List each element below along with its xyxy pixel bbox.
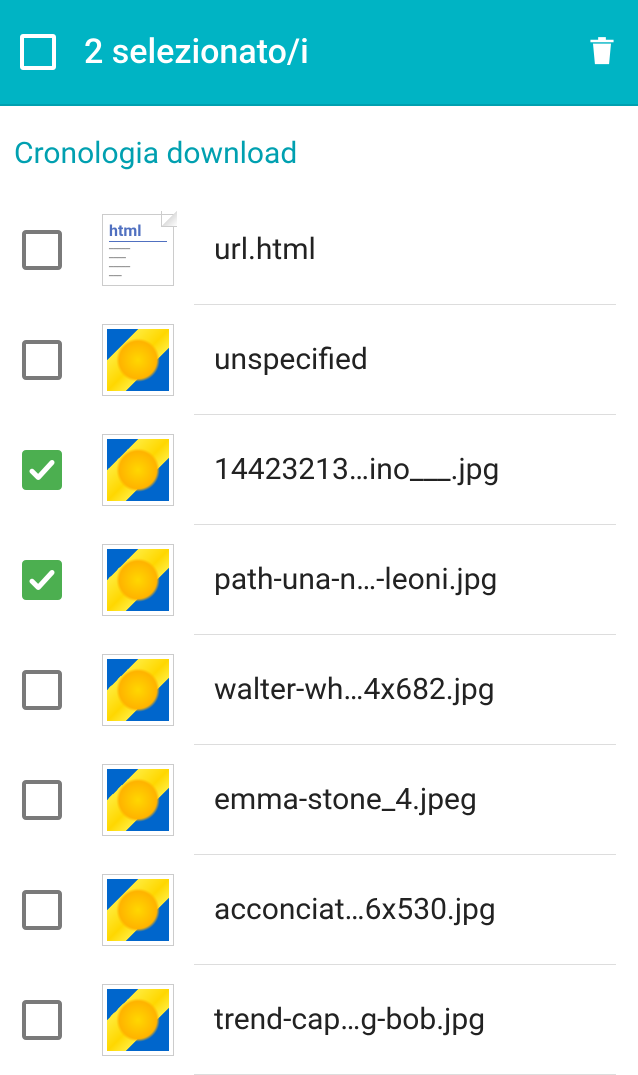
filename-label: 14423213…ino___.jpg xyxy=(214,452,616,487)
filename-cell: url.html xyxy=(194,195,616,305)
filename-label: acconciat…6x530.jpg xyxy=(214,892,616,927)
list-item[interactable]: walter-wh…4x682.jpg xyxy=(0,635,638,745)
section-title: Cronologia download xyxy=(0,106,638,195)
list-item[interactable]: path-una-n…-leoni.jpg xyxy=(0,525,638,635)
filename-label: walter-wh…4x682.jpg xyxy=(214,672,616,707)
filename-label: unspecified xyxy=(214,342,616,377)
image-thumbnail-icon xyxy=(102,544,174,616)
filename-label: path-una-n…-leoni.jpg xyxy=(214,562,616,597)
filename-cell: 14423213…ino___.jpg xyxy=(194,415,616,525)
image-thumbnail-icon xyxy=(102,654,174,726)
filename-cell: acconciat…6x530.jpg xyxy=(194,855,616,965)
filename-cell: path-una-n…-leoni.jpg xyxy=(194,525,616,635)
item-checkbox[interactable] xyxy=(22,890,62,930)
item-checkbox[interactable] xyxy=(22,1000,62,1040)
item-checkbox[interactable] xyxy=(22,340,62,380)
html-file-icon: html━━━━━━━━━━━━━━━━━ xyxy=(102,214,174,286)
filename-label: emma-stone_4.jpeg xyxy=(214,782,616,817)
image-thumbnail-icon xyxy=(102,434,174,506)
item-checkbox[interactable] xyxy=(22,670,62,710)
list-item[interactable]: trend-cap…g-bob.jpg xyxy=(0,965,638,1075)
filename-cell: emma-stone_4.jpeg xyxy=(194,745,616,855)
item-checkbox[interactable] xyxy=(22,560,62,600)
item-checkbox[interactable] xyxy=(22,230,62,270)
item-checkbox[interactable] xyxy=(22,450,62,490)
select-all-checkbox[interactable] xyxy=(20,34,56,70)
image-thumbnail-icon xyxy=(102,874,174,946)
list-item[interactable]: acconciat…6x530.jpg xyxy=(0,855,638,965)
filename-cell: unspecified xyxy=(194,305,616,415)
filename-label: url.html xyxy=(214,232,616,267)
list-item[interactable]: html━━━━━━━━━━━━━━━━━ url.html xyxy=(0,195,638,305)
download-list: html━━━━━━━━━━━━━━━━━ url.html unspecified… xyxy=(0,195,638,1075)
image-thumbnail-icon xyxy=(102,984,174,1056)
selection-count-title: 2 selezionato/i xyxy=(84,32,586,72)
filename-cell: trend-cap…g-bob.jpg xyxy=(194,965,616,1075)
filename-label: trend-cap…g-bob.jpg xyxy=(214,1002,616,1037)
list-item[interactable]: unspecified xyxy=(0,305,638,415)
selection-header: 2 selezionato/i xyxy=(0,0,638,106)
list-item[interactable]: emma-stone_4.jpeg xyxy=(0,745,638,855)
image-thumbnail-icon xyxy=(102,324,174,396)
delete-button[interactable] xyxy=(586,32,618,72)
list-item[interactable]: 14423213…ino___.jpg xyxy=(0,415,638,525)
item-checkbox[interactable] xyxy=(22,780,62,820)
image-thumbnail-icon xyxy=(102,764,174,836)
filename-cell: walter-wh…4x682.jpg xyxy=(194,635,616,745)
